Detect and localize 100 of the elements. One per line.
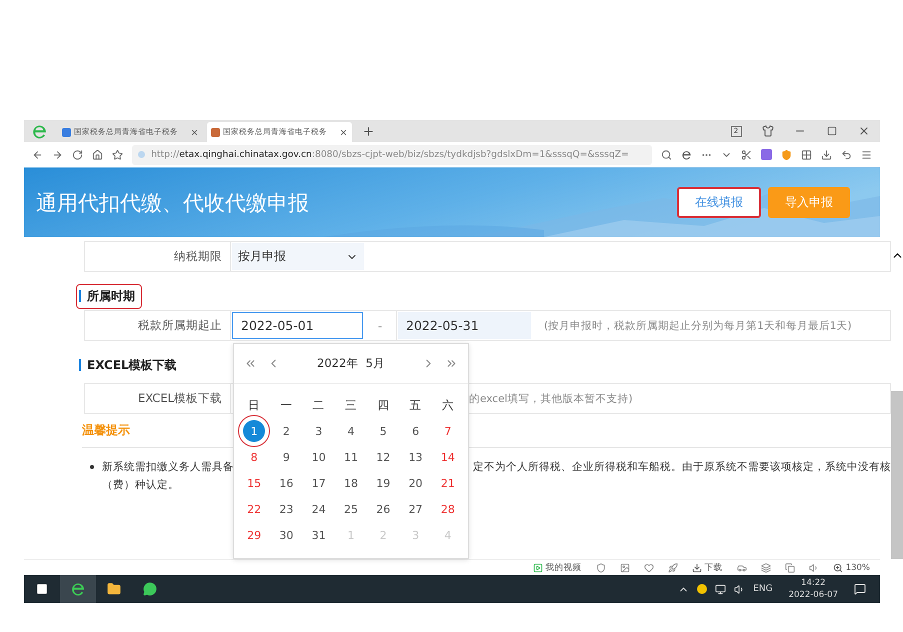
tip-text: （费）种认定。: [102, 478, 179, 492]
download-icon: [692, 562, 702, 572]
calendar-day[interactable]: 9: [275, 446, 298, 468]
close-icon[interactable]: [339, 128, 348, 136]
calendar-day[interactable]: 4: [340, 420, 362, 442]
download-icon: [820, 148, 832, 160]
weekday-label: 一: [280, 398, 292, 412]
address-field[interactable]: http://etax.qinghai.chinatax.gov.cn:8080/sbzs-cjpt-web/biz/sbzs/tydkdjsb?gdslxDm=1&sssqQ=&sssqZ=: [132, 144, 652, 164]
field-label: EXCEL模板下载: [85, 384, 231, 413]
shield-icon: [596, 562, 606, 572]
calendar-title: 2022年 5月: [316, 356, 386, 371]
calendar-day[interactable]: 26: [372, 498, 394, 520]
tray-app-icon[interactable]: [697, 584, 708, 594]
speaker-icon: [808, 562, 819, 572]
calendar-day[interactable]: 19: [372, 472, 394, 494]
weekday-label: 五: [410, 398, 422, 412]
calendar-day[interactable]: 18: [340, 472, 362, 494]
calendar-day[interactable]: 10: [308, 446, 330, 468]
calendar-day[interactable]: 12: [372, 446, 394, 468]
range-separator: -: [364, 311, 397, 340]
calendar-day[interactable]: 24: [308, 498, 330, 520]
tip-text: 定不为个人所得税、企业所得税和车船税。由于原系统不需要该项核定，系统中没有核: [473, 460, 891, 474]
car-icon: [736, 562, 747, 572]
calendar-day[interactable]: 31: [308, 524, 330, 546]
url-text: http://etax.qinghai.chinatax.gov.cn:8080/sbzs-cjpt-web/biz/sbzs/tydkdjsb?gdslxDm=1&sssqQ=&sssqZ=: [151, 149, 629, 160]
play-icon: [532, 562, 543, 572]
active-taskbar-button[interactable]: [60, 575, 96, 603]
tip-text: 新系统需扣缴义务人需具备: [102, 460, 235, 474]
folder-icon[interactable]: [107, 582, 121, 596]
calendar-day[interactable]: 28: [436, 498, 459, 520]
back-icon: [32, 148, 44, 160]
copy-icon: [784, 562, 795, 572]
bullet-icon: [90, 465, 94, 469]
calendar-day[interactable]: 6: [404, 420, 427, 442]
forward-icon: [52, 148, 64, 160]
calendar-day[interactable]: 22: [243, 498, 266, 520]
speaker-icon: [734, 584, 746, 594]
ie-icon[interactable]: [680, 148, 692, 160]
browser-logo-icon[interactable]: [70, 581, 86, 597]
rocket-icon: [668, 562, 678, 572]
calendar-day[interactable]: 13: [404, 446, 427, 468]
grid-icon: [800, 148, 812, 160]
next-year-icon[interactable]: [445, 357, 458, 370]
favicon-icon: [211, 128, 220, 136]
scissors-icon: [740, 148, 752, 160]
field-label: 纳税期限: [85, 242, 231, 271]
section-title: 所属时期: [76, 284, 142, 308]
extension-icon[interactable]: [760, 149, 772, 160]
layers-icon: [760, 562, 771, 572]
download-button[interactable]: 下载: [692, 562, 723, 574]
calendar-day[interactable]: 25: [340, 498, 362, 520]
notification-icon: [854, 583, 866, 595]
zoom-icon: [832, 562, 843, 572]
new-tab-icon[interactable]: [362, 124, 374, 138]
hint-text: (按月申报时，税款所属期起止分别为每月第1天和每月最后1天): [543, 318, 852, 334]
calendar-day[interactable]: 29: [243, 524, 266, 546]
favicon-icon: [62, 128, 71, 136]
star-icon: [112, 148, 124, 160]
close-icon[interactable]: [190, 128, 199, 136]
page-title: 通用代扣代缴、代收代缴申报: [36, 190, 309, 216]
calendar-day[interactable]: 1: [243, 420, 266, 442]
calendar-day[interactable]: 20: [404, 472, 427, 494]
weekday-label: 三: [344, 398, 357, 412]
field-label: 税款所属期起止: [85, 311, 231, 340]
language-indicator[interactable]: ENG: [753, 584, 773, 594]
calendar-day[interactable]: 16: [275, 472, 298, 494]
hint-text: 的excel填写，其他版本暂不支持): [469, 392, 633, 406]
calendar-day[interactable]: 17: [308, 472, 330, 494]
calendar-day[interactable]: 23: [275, 498, 298, 520]
home-icon: [92, 148, 104, 160]
zoom-level[interactable]: 130%: [832, 562, 870, 572]
calendar-day[interactable]: 21: [436, 472, 459, 494]
calendar-day[interactable]: 5: [372, 420, 394, 442]
scrollbar-thumb[interactable]: [891, 391, 903, 559]
calendar-day[interactable]: 15: [243, 472, 266, 494]
reload-icon: [72, 148, 84, 160]
calendar-day[interactable]: 3: [308, 420, 330, 442]
weekday-label: 二: [312, 398, 325, 412]
section-title: EXCEL模板下载: [76, 352, 184, 378]
video-button[interactable]: 我的视频: [532, 562, 582, 574]
calendar-day[interactable]: 2: [275, 420, 298, 442]
calendar-day[interactable]: 7: [436, 420, 459, 442]
calendar-day[interactable]: 11: [340, 446, 362, 468]
chat-icon[interactable]: [143, 582, 157, 596]
network-icon: [715, 584, 726, 594]
image-icon: [620, 562, 630, 572]
end-date-field[interactable]: 2022-05-31: [398, 312, 531, 339]
close-icon: [858, 125, 870, 137]
calendar-day[interactable]: 14: [436, 446, 459, 468]
calendar-day[interactable]: 30: [275, 524, 298, 546]
period-select[interactable]: 按月申报: [232, 243, 364, 270]
start-date-field[interactable]: 2022-05-01: [232, 312, 363, 339]
prev-year-icon[interactable]: [244, 357, 257, 370]
weekday-label: 日: [248, 398, 260, 412]
restore-icon: [827, 126, 837, 136]
shirt-icon: [762, 125, 774, 137]
calendar-day[interactable]: 8: [243, 446, 266, 468]
clock[interactable]: 14:22 2022-06-07: [788, 577, 838, 601]
calendar-day[interactable]: 27: [404, 498, 427, 520]
menu-icon: [860, 148, 872, 160]
